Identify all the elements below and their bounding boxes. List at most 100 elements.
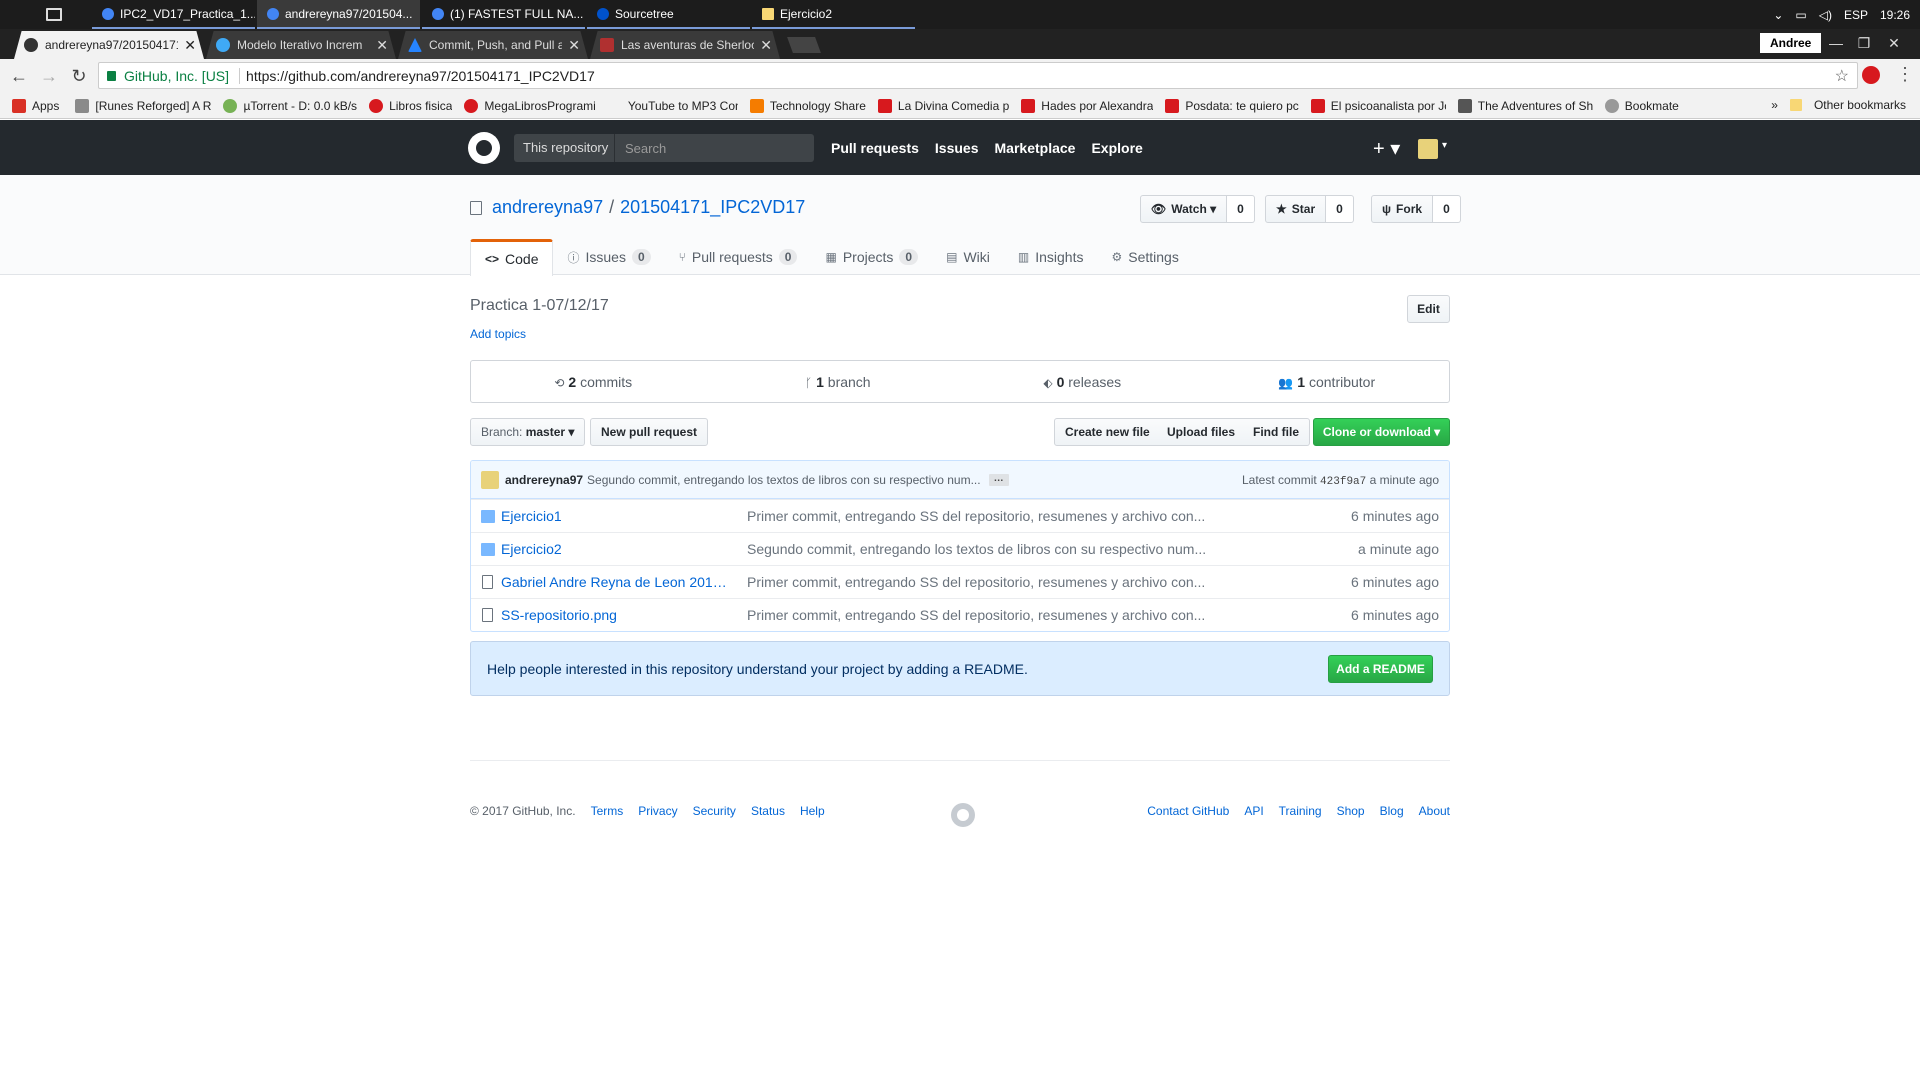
tab-settings[interactable]: ⚙ Settings: [1097, 239, 1192, 275]
commit-author[interactable]: andrereyna97: [505, 473, 583, 487]
task-view-icon[interactable]: [46, 8, 62, 21]
watch-count[interactable]: 0: [1227, 195, 1255, 223]
restore-icon[interactable]: ❐: [1850, 31, 1878, 55]
close-icon[interactable]: ✕: [760, 37, 772, 54]
footer-link-shop[interactable]: Shop: [1337, 804, 1365, 818]
tab-issues[interactable]: ⓘ Issues 0: [553, 239, 664, 275]
edit-button[interactable]: Edit: [1407, 295, 1450, 323]
footer-link-about[interactable]: About: [1419, 804, 1450, 818]
new-tab-button[interactable]: [787, 37, 821, 53]
releases-link[interactable]: ⬖ 0 releases: [960, 374, 1205, 390]
avatar[interactable]: [481, 470, 499, 489]
commits-link[interactable]: ⟲ 2 commits: [471, 374, 716, 390]
taskbar-item[interactable]: andrereyna97/201504...: [257, 0, 420, 29]
footer-link-status[interactable]: Status: [751, 804, 785, 818]
create-new-file-button[interactable]: Create new file: [1054, 418, 1161, 446]
address-bar[interactable]: GitHub, Inc. [US] https://github.com/and…: [98, 62, 1858, 89]
nav-marketplace[interactable]: Marketplace: [995, 140, 1076, 156]
clone-or-download-button[interactable]: Clone or download ▾: [1313, 418, 1450, 446]
task-view-area[interactable]: [0, 0, 92, 29]
forward-icon[interactable]: →: [34, 66, 64, 87]
browser-tab[interactable]: Las aventuras de Sherloc ✕: [590, 31, 780, 59]
upload-files-button[interactable]: Upload files: [1157, 418, 1247, 446]
bookmark-item[interactable]: Libros fisica: [369, 98, 452, 113]
bookmark-item[interactable]: µTorrent - D: 0.0 kB/s: [223, 98, 357, 113]
bookmark-item[interactable]: La Divina Comedia p: [877, 98, 1009, 113]
file-name-link[interactable]: SS-repositorio.png: [501, 607, 734, 623]
bookmark-item[interactable]: Hades por Alexandra: [1021, 98, 1153, 113]
add-readme-button[interactable]: Add a README: [1328, 655, 1433, 683]
close-window-icon[interactable]: ✕: [1880, 31, 1908, 55]
more-bookmarks-icon[interactable]: »: [1771, 98, 1778, 112]
file-commit-message[interactable]: Primer commit, entregando SS del reposit…: [747, 607, 1205, 623]
tab-pull-requests[interactable]: ⑂ Pull requests 0: [665, 239, 812, 275]
tab-wiki[interactable]: ▤ Wiki: [932, 239, 1004, 275]
footer-link-privacy[interactable]: Privacy: [638, 804, 677, 818]
bookmark-item[interactable]: MegaLibrosProgrami: [464, 98, 596, 113]
fork-button[interactable]: ψ Fork: [1371, 195, 1434, 223]
fork-count[interactable]: 0: [1433, 195, 1461, 223]
file-commit-message[interactable]: Primer commit, entregando SS del reposit…: [747, 574, 1205, 590]
footer-link-contact[interactable]: Contact GitHub: [1147, 804, 1229, 818]
nav-pull-requests[interactable]: Pull requests: [831, 140, 919, 156]
taskbar-item[interactable]: Ejercicio2: [752, 0, 915, 29]
search-input[interactable]: [614, 134, 814, 162]
branch-select-button[interactable]: Branch: master ▾: [470, 418, 586, 446]
footer-link-blog[interactable]: Blog: [1380, 804, 1404, 818]
star-count[interactable]: 0: [1326, 195, 1354, 223]
new-pull-request-button[interactable]: New pull request: [590, 418, 709, 446]
bookmark-star-icon[interactable]: ☆: [1835, 66, 1849, 86]
chevron-up-icon[interactable]: ⌄: [1773, 8, 1783, 22]
file-name-link[interactable]: Ejercicio2: [501, 541, 734, 557]
close-icon[interactable]: ✕: [376, 37, 388, 54]
close-icon[interactable]: ✕: [184, 37, 196, 54]
footer-link-training[interactable]: Training: [1279, 804, 1322, 818]
file-name-link[interactable]: Ejercicio1: [501, 508, 734, 524]
nav-issues[interactable]: Issues: [935, 140, 979, 156]
taskbar-item[interactable]: IPC2_VD17_Practica_1...: [92, 0, 255, 29]
volume-icon[interactable]: ◁): [1819, 8, 1832, 22]
browser-tab[interactable]: Commit, Push, and Pull a ✕: [398, 31, 588, 59]
commit-sha[interactable]: 423f9a7: [1320, 476, 1366, 488]
add-topics-link[interactable]: Add topics: [470, 327, 526, 341]
find-file-button[interactable]: Find file: [1243, 418, 1310, 446]
footer-link-help[interactable]: Help: [800, 804, 825, 818]
taskbar-item[interactable]: Sourcetree: [587, 0, 750, 29]
extension-icon[interactable]: [1862, 66, 1880, 84]
profile-button[interactable]: Andree: [1760, 33, 1822, 53]
bookmark-item[interactable]: Bookmate: [1604, 98, 1679, 113]
minimize-icon[interactable]: —: [1822, 31, 1850, 55]
repo-name-link[interactable]: 201504171_IPC2VD17: [620, 197, 805, 218]
browser-tab[interactable]: Modelo Iterativo Increm ✕: [206, 31, 396, 59]
close-icon[interactable]: ✕: [568, 37, 580, 54]
url-text[interactable]: https://github.com/andrereyna97/20150417…: [246, 68, 595, 84]
language-indicator[interactable]: ESP: [1844, 8, 1868, 22]
bookmark-item[interactable]: El psicoanalista por Jc: [1310, 98, 1446, 113]
commit-message[interactable]: Segundo commit, entregando los textos de…: [587, 473, 981, 487]
footer-link-terms[interactable]: Terms: [591, 804, 624, 818]
clock[interactable]: 19:26: [1880, 8, 1910, 22]
avatar[interactable]: [1418, 139, 1438, 159]
other-bookmarks[interactable]: Other bookmarks: [1814, 98, 1906, 112]
star-button[interactable]: ★ Star: [1265, 195, 1327, 223]
tab-projects[interactable]: ▦ Projects 0: [811, 239, 932, 275]
file-name-link[interactable]: Gabriel Andre Reyna de Leon 20150...: [501, 574, 734, 590]
expand-commit-message-button[interactable]: …: [988, 473, 1009, 486]
browser-tab[interactable]: andrereyna97/201504171 ✕: [14, 31, 204, 59]
chevron-down-icon[interactable]: ▾: [1442, 140, 1447, 151]
watch-button[interactable]: 👁 Watch ▾: [1140, 195, 1228, 223]
file-commit-message[interactable]: Primer commit, entregando SS del reposit…: [747, 508, 1205, 524]
branches-link[interactable]: ᚴ1 branch: [716, 374, 961, 390]
bookmark-item[interactable]: Posdata: te quiero pc: [1165, 98, 1299, 113]
github-logo-icon[interactable]: [468, 132, 500, 164]
bookmark-item[interactable]: The Adventures of Sh: [1457, 98, 1593, 113]
back-icon[interactable]: ←: [4, 66, 34, 87]
file-commit-message[interactable]: Segundo commit, entregando los textos de…: [747, 541, 1206, 557]
security-chip[interactable]: GitHub, Inc. [US]: [124, 67, 241, 84]
footer-link-api[interactable]: API: [1244, 804, 1263, 818]
bookmark-item[interactable]: [Runes Reforged] A R: [75, 98, 211, 113]
create-new-icon[interactable]: + ▾: [1373, 136, 1400, 161]
bookmark-item[interactable]: Apps: [12, 98, 59, 113]
contributors-link[interactable]: 👥 1 contributor: [1205, 374, 1450, 390]
network-icon[interactable]: ▭: [1795, 8, 1806, 22]
